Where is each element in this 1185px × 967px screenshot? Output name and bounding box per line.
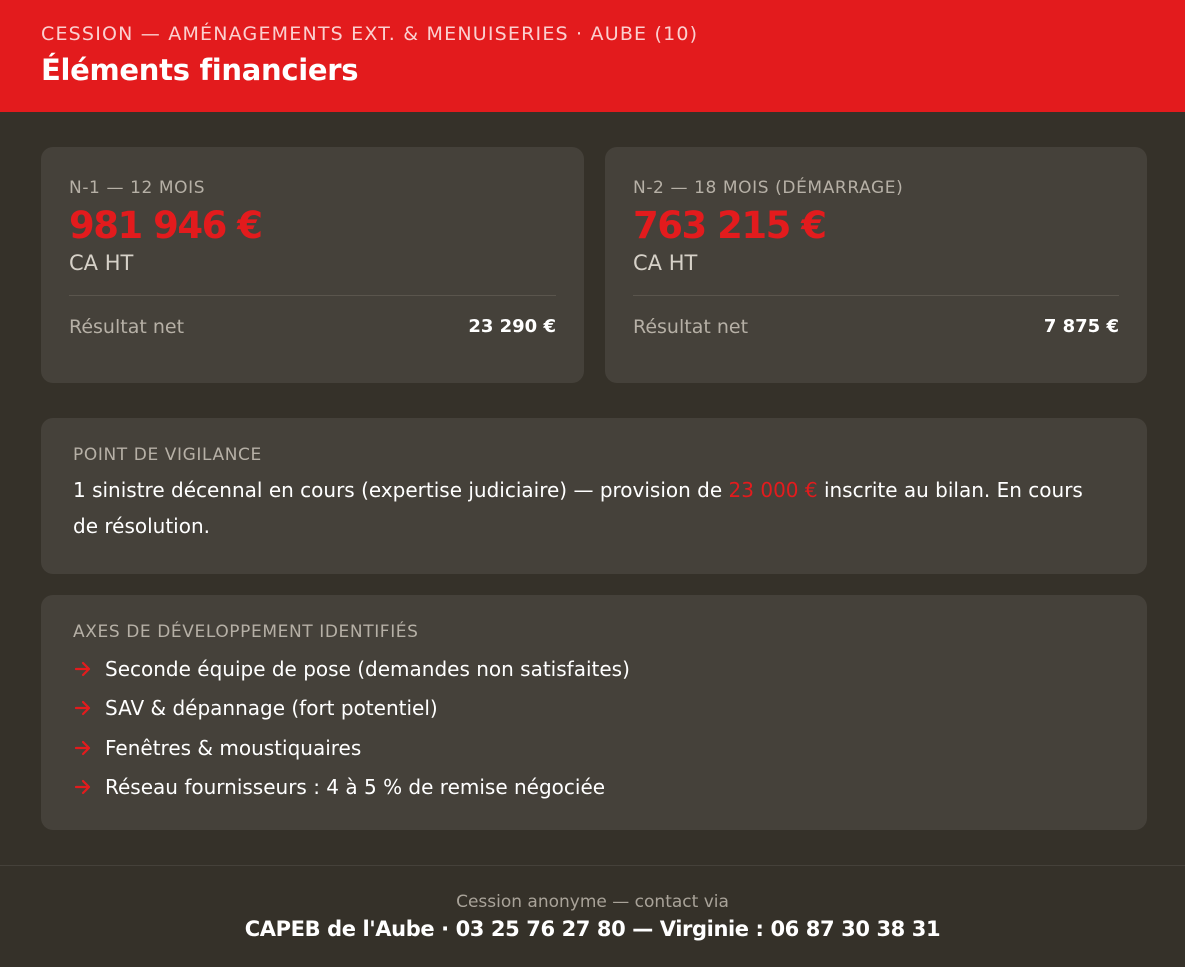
axis-label: Seconde équipe de pose (demandes non sat… bbox=[105, 656, 630, 681]
net-result-value: 23 290 € bbox=[468, 316, 556, 337]
net-result-row: Résultat net 7 875 € bbox=[633, 314, 1119, 340]
divider bbox=[633, 295, 1119, 296]
arrow-right-icon bbox=[74, 780, 91, 795]
arrow-right-icon bbox=[74, 661, 91, 676]
vigilance-title: POINT DE VIGILANCE bbox=[73, 445, 262, 465]
period-label: N-1 — 12 MOIS bbox=[69, 178, 206, 198]
footer-contact: CAPEB de l'Aube · 03 25 76 27 80 — Virgi… bbox=[244, 917, 941, 941]
divider bbox=[69, 295, 556, 296]
vigilance-text-before: 1 sinistre décennal en cours (expertise … bbox=[73, 478, 729, 502]
vigilance-text: 1 sinistre décennal en cours (expertise … bbox=[73, 472, 1083, 544]
axes-list: Seconde équipe de pose (demandes non sat… bbox=[73, 649, 1115, 807]
revenue-amount: 763 215 € bbox=[633, 204, 827, 247]
provision-amount: 23 000 € bbox=[728, 478, 818, 502]
footer-intro: Cession anonyme — contact via bbox=[456, 892, 729, 912]
page-header: CESSION — AMÉNAGEMENTS EXT. & MENUISERIE… bbox=[0, 0, 1185, 112]
revenue-amount: 981 946 € bbox=[69, 204, 263, 247]
page-title: Éléments financiers bbox=[41, 53, 359, 87]
financial-card-n1: N-1 — 12 MOIS 981 946 € CA HT Résultat n… bbox=[41, 147, 584, 383]
revenue-label: CA HT bbox=[633, 251, 698, 275]
arrow-right-icon bbox=[74, 701, 91, 716]
vigilance-card: POINT DE VIGILANCE 1 sinistre décennal e… bbox=[41, 418, 1147, 574]
net-result-row: Résultat net 23 290 € bbox=[69, 314, 556, 340]
revenue-label: CA HT bbox=[69, 251, 134, 275]
axis-label: Fenêtres & moustiquaires bbox=[105, 735, 362, 760]
axes-title: AXES DE DÉVELOPPEMENT IDENTIFIÉS bbox=[73, 622, 419, 642]
list-item: SAV & dépannage (fort potentiel) bbox=[73, 689, 1115, 729]
net-result-label: Résultat net bbox=[69, 316, 185, 338]
list-item: Seconde équipe de pose (demandes non sat… bbox=[73, 649, 1115, 689]
page-footer: Cession anonyme — contact via CAPEB de l… bbox=[0, 866, 1185, 967]
axis-label: SAV & dépannage (fort potentiel) bbox=[105, 696, 438, 721]
list-item: Fenêtres & moustiquaires bbox=[73, 728, 1115, 768]
financial-card-n2: N-2 — 18 MOIS (DÉMARRAGE) 763 215 € CA H… bbox=[605, 147, 1147, 383]
period-label: N-2 — 18 MOIS (DÉMARRAGE) bbox=[633, 178, 904, 198]
axis-label: Réseau fournisseurs : 4 à 5 % de remise … bbox=[105, 775, 606, 800]
net-result-value: 7 875 € bbox=[1043, 316, 1119, 337]
arrow-right-icon bbox=[74, 740, 91, 755]
net-result-label: Résultat net bbox=[633, 316, 749, 338]
list-item: Réseau fournisseurs : 4 à 5 % de remise … bbox=[73, 768, 1115, 808]
header-kicker: CESSION — AMÉNAGEMENTS EXT. & MENUISERIE… bbox=[41, 23, 699, 45]
development-axes-card: AXES DE DÉVELOPPEMENT IDENTIFIÉS Seconde… bbox=[41, 595, 1147, 830]
